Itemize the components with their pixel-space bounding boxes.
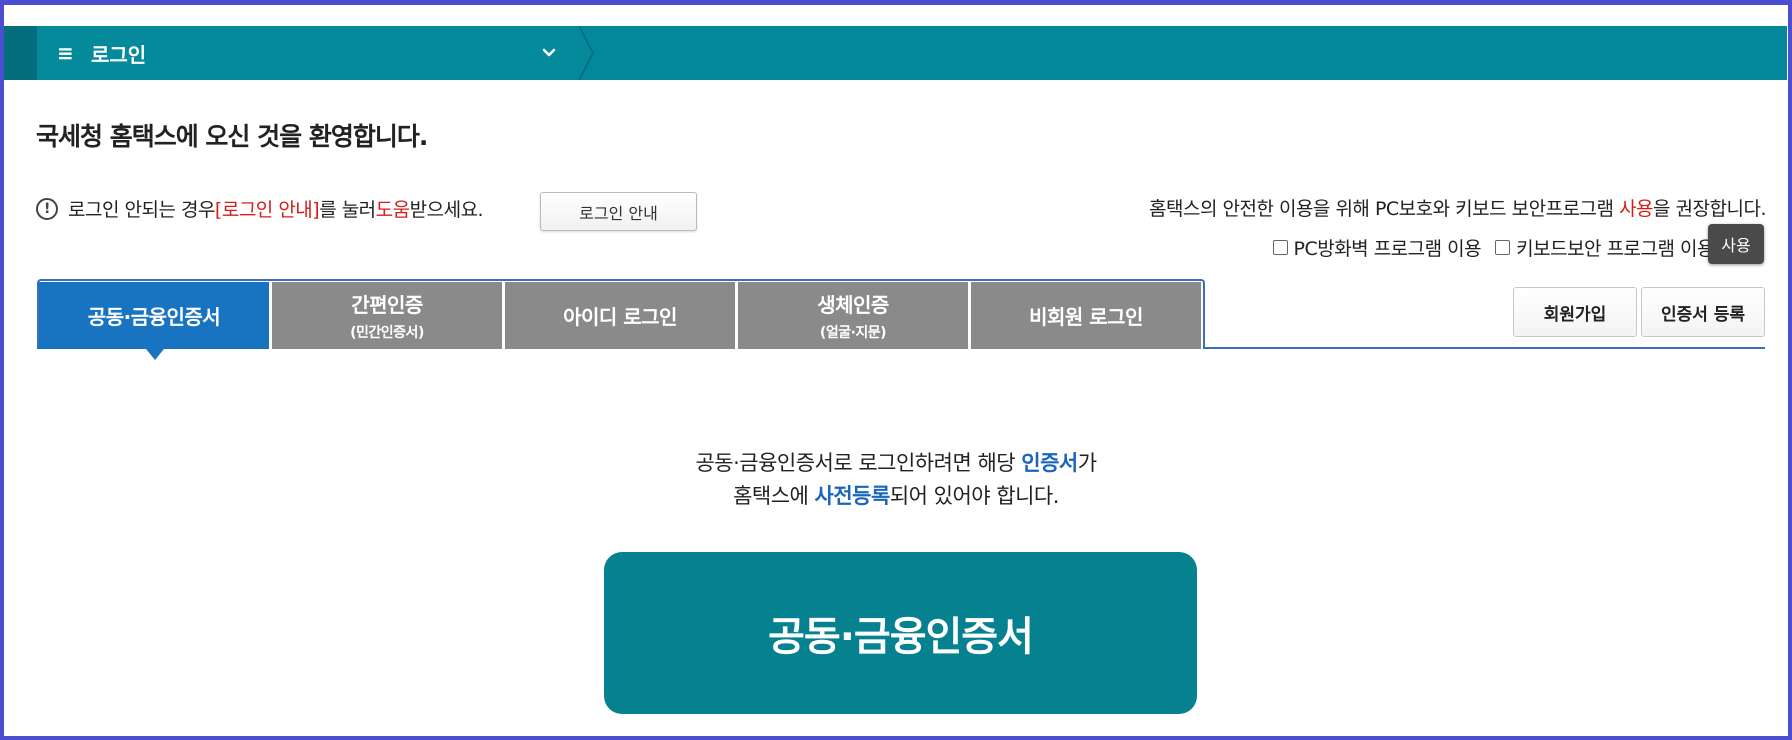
tab-label: 공동·금융인증서 [87,305,221,329]
notice-help-text: 도움 [375,199,410,221]
login-help-notice: ! 로그인 안되는 경우 [로그인 안내] 를 눌러 도움 받으세요. [36,195,484,222]
desc-text: 가 [1077,451,1097,475]
tab-sublabel: (민간인증서) [350,325,424,341]
desc-text: 홈택스에 [733,484,815,508]
firewall-checkbox[interactable] [1272,240,1288,255]
keyboard-checkbox-item[interactable]: 키보드보안 프로그램 이용 [1495,234,1714,261]
tab-biometric[interactable]: 생체인증 (얼굴·지문) [738,282,968,349]
tab-id-login[interactable]: 아이디 로그인 [505,282,735,349]
notice-prefix: 로그인 안되는 경우 [68,199,215,221]
security-text-before: 홈택스의 안전한 이용을 위해 PC보호와 키보드 보안프로그램 [1149,198,1620,220]
tab-joint-financial-cert[interactable]: 공동·금융인증서 [39,282,269,349]
firewall-checkbox-label: PC방화벽 프로그램 이용 [1293,238,1482,260]
tab-sublabel: (얼굴·지문) [819,325,887,341]
login-guide-button[interactable]: 로그인 안내 [540,192,697,231]
header-left-edge [4,26,37,80]
join-button[interactable]: 회원가입 [1513,287,1637,337]
active-tab-pointer [146,349,164,360]
desc-highlight-cert: 인증서 [1021,451,1078,475]
tab-simple-auth[interactable]: 간편인증 (민간인증서) [272,282,502,349]
firewall-checkbox-item[interactable]: PC방화벽 프로그램 이용 [1272,234,1482,261]
login-tabs: 공동·금융인증서 간편인증 (민간인증서) 아이디 로그인 생체인증 (얼굴·지… [39,282,1204,349]
keyboard-checkbox-label: 키보드보안 프로그램 이용 [1516,238,1714,260]
security-recommendation: 홈택스의 안전한 이용을 위해 PC보호와 키보드 보안프로그램 사용을 권장합… [1149,194,1766,221]
desc-highlight-preregister: 사전등록 [814,484,891,508]
notice-link-text: [로그인 안내] [214,199,320,221]
chevron-down-icon[interactable] [540,44,558,62]
welcome-heading: 국세청 홈택스에 오신 것을 환영합니다. [36,122,428,151]
exclamation-circle-icon: ! [36,197,58,220]
login-menu-dropdown[interactable]: ≡ 로그인 [37,26,571,80]
tab-underline [1205,347,1765,349]
hamburger-icon[interactable]: ≡ [57,26,74,80]
description-line-2: 홈택스에 사전등록되어 있어야 합니다. [0,480,1792,513]
security-text-highlight: 사용 [1619,198,1654,220]
tab-label: 생체인증 [817,293,889,317]
breadcrumb-separator [571,26,594,80]
tab-label: 간편인증 [351,293,423,317]
tab-label: 비회원 로그인 [1029,305,1143,329]
tab-non-member-login[interactable]: 비회원 로그인 [971,282,1201,349]
tab-label: 아이디 로그인 [563,305,677,329]
security-checkboxes: PC방화벽 프로그램 이용 키보드보안 프로그램 이용 [1259,234,1714,261]
notice-suffix: 받으세요. [409,199,484,221]
desc-text: 되어 있어야 합니다. [889,484,1060,508]
notice-mid: 를 눌러 [319,199,376,221]
header-bar: ≡ 로그인 [4,26,1787,80]
cert-register-button[interactable]: 인증서 등록 [1641,287,1765,337]
description-line-1: 공동·금융인증서로 로그인하려면 해당 인증서가 [0,447,1792,480]
desc-text: 공동·금융인증서로 로그인하려면 해당 [695,451,1022,475]
security-text-after: 을 권장합니다. [1653,198,1766,220]
keyboard-security-checkbox[interactable] [1495,240,1511,255]
use-security-button[interactable]: 사용 [1708,224,1764,264]
cert-login-button[interactable]: 공동·금융인증서 [604,552,1197,714]
header-title: 로그인 [91,42,147,67]
